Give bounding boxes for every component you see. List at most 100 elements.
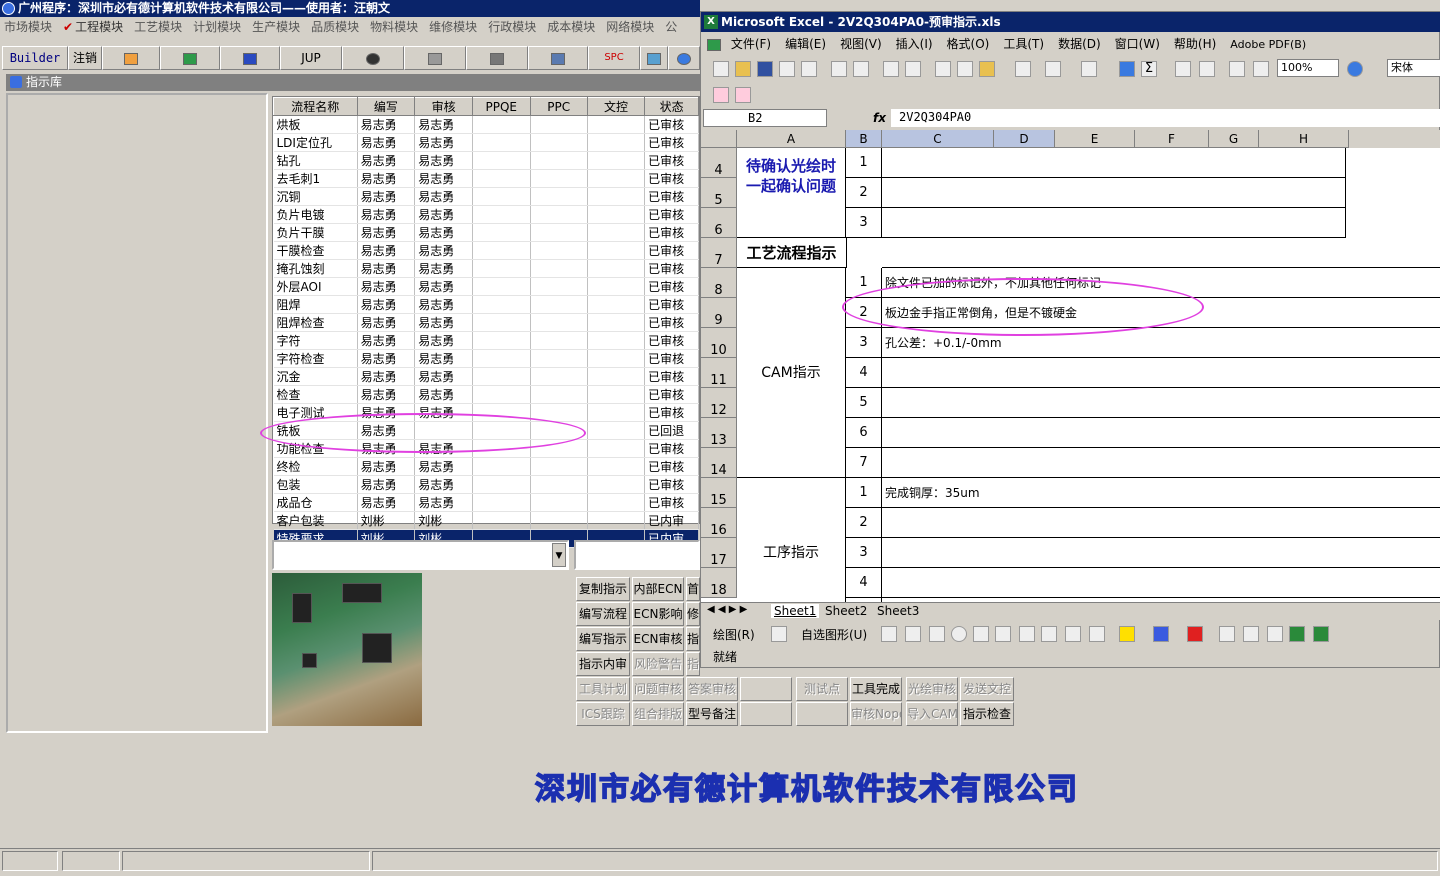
col-ppqe[interactable]: PPQE (471, 97, 531, 116)
email-icon[interactable] (801, 61, 817, 77)
permission-icon[interactable] (779, 61, 795, 77)
action-button[interactable] (740, 702, 792, 726)
sort-asc-icon[interactable] (1175, 61, 1191, 77)
chevron-down-icon[interactable]: ▼ (552, 543, 566, 567)
textbox-icon[interactable] (973, 626, 989, 642)
database-button[interactable] (404, 46, 466, 70)
menu-maintenance[interactable]: 维修模块 (429, 17, 477, 37)
rectangle-icon[interactable] (929, 626, 945, 642)
action-button[interactable] (740, 677, 792, 701)
refresh-button[interactable] (640, 46, 668, 70)
instruction-combo[interactable]: ▼ (272, 540, 569, 570)
spc-button[interactable]: SPC (588, 46, 640, 70)
menu-production[interactable]: 生产模块 (252, 17, 300, 37)
table-row[interactable]: 检查 易志勇 易志勇 已审核 (273, 385, 699, 404)
tab-sheet3[interactable]: Sheet3 (877, 604, 919, 618)
print-icon[interactable] (831, 61, 847, 77)
table-row[interactable]: 阻焊检查 易志勇 易志勇 已审核 (273, 313, 699, 332)
col-status[interactable]: 状态 (644, 97, 699, 116)
content-cell[interactable] (882, 358, 1440, 388)
col-b[interactable]: B (846, 130, 882, 148)
action-button[interactable]: 指 (686, 627, 700, 651)
menu-file[interactable]: 文件(F) (731, 33, 771, 55)
fill-color-icon[interactable] (1119, 626, 1135, 642)
line-icon[interactable] (881, 626, 897, 642)
col-h[interactable]: H (1259, 130, 1349, 148)
process-title-cell[interactable]: 工艺流程指示 (737, 238, 847, 268)
num-cell[interactable]: 7 (846, 448, 882, 478)
row-header[interactable]: 14 (701, 448, 737, 478)
menu-edit[interactable]: 编辑(E) (785, 33, 826, 55)
action-button[interactable]: ECN影响 (632, 602, 684, 626)
action-button[interactable]: 编写指示 (576, 627, 630, 651)
font-select[interactable]: 宋体 (1387, 59, 1440, 77)
row-header[interactable]: 13 (701, 418, 737, 448)
menu-more[interactable]: 公 (665, 17, 677, 37)
copy-icon[interactable] (957, 61, 973, 77)
menu-adobe-pdf[interactable]: Adobe PDF(B) (1230, 34, 1306, 56)
name-box[interactable]: B2 (703, 109, 827, 127)
formula-bar[interactable]: 2V2Q304PA0 (891, 109, 1440, 127)
content-cell[interactable] (882, 238, 1440, 268)
picture-icon[interactable] (1089, 626, 1105, 642)
table-row[interactable]: 干膜检查 易志勇 易志勇 已审核 (273, 241, 699, 260)
action-button[interactable]: ICS跟踪 (576, 702, 630, 726)
new-icon[interactable] (713, 61, 729, 77)
row-header[interactable]: 18 (701, 568, 737, 598)
menu-tools[interactable]: 工具(T) (1003, 33, 1044, 55)
action-button[interactable]: 导入CAM (906, 702, 958, 726)
menu-window[interactable]: 窗口(W) (1115, 33, 1160, 55)
table-row[interactable]: LDI定位孔 易志勇 易志勇 已审核 (273, 133, 699, 152)
menu-engineering[interactable]: 工程模块 (75, 17, 123, 37)
num-cell[interactable]: 1 (846, 478, 882, 508)
action-button[interactable]: 工具完成 (850, 677, 902, 701)
table-row[interactable]: 沉铜 易志勇 易志勇 已审核 (273, 187, 699, 206)
action-button[interactable]: 内部ECN (632, 577, 684, 601)
col-a[interactable]: A (737, 130, 846, 148)
action-button[interactable]: 问题审核 (632, 677, 684, 701)
col-d[interactable]: D (994, 130, 1055, 148)
tab-nav-icon[interactable]: ◀ ◀ ▶ ▶ (707, 604, 747, 615)
row-header[interactable]: 5 (701, 178, 737, 208)
col-g[interactable]: G (1209, 130, 1259, 148)
paste-icon[interactable] (979, 61, 995, 77)
action-button[interactable]: ECN审核 (632, 627, 684, 651)
tab-sheet1[interactable]: Sheet1 (771, 604, 820, 618)
arrow-icon[interactable] (905, 626, 921, 642)
menu-material[interactable]: 物料模块 (370, 17, 418, 37)
3d-icon[interactable] (1313, 626, 1329, 642)
content-cell[interactable] (882, 568, 1440, 598)
action-button[interactable]: 首 (686, 577, 700, 601)
logout-button[interactable]: 注销 (68, 46, 102, 70)
computer-button[interactable] (528, 46, 588, 70)
num-cell[interactable]: 2 (846, 508, 882, 538)
menu-insert[interactable]: 插入(I) (896, 33, 933, 55)
autoshapes-menu[interactable]: 自选图形(U) (801, 626, 867, 643)
row-header[interactable]: 9 (701, 298, 737, 328)
table-row[interactable]: 钻孔 易志勇 易志勇 已审核 (273, 151, 699, 170)
save-icon[interactable] (757, 61, 773, 77)
undo-icon[interactable] (1045, 61, 1061, 77)
table-row[interactable]: 字符 易志勇 易志勇 已审核 (273, 331, 699, 350)
table-row[interactable]: 终检 易志勇 易志勇 已审核 (273, 457, 699, 476)
action-button[interactable]: 编写流程 (576, 602, 630, 626)
select-objects-icon[interactable] (771, 626, 787, 642)
cut-icon[interactable] (935, 61, 951, 77)
pdf-email-icon[interactable] (735, 87, 751, 103)
row-header[interactable]: 10 (701, 328, 737, 358)
chart-wizard-icon[interactable] (1229, 61, 1245, 77)
pdf-convert-icon[interactable] (713, 87, 729, 103)
content-cell[interactable] (882, 178, 1346, 208)
col-doc-control[interactable]: 文控 (586, 97, 646, 116)
table-row[interactable]: 去毛刺1 易志勇 易志勇 已审核 (273, 169, 699, 188)
format-painter-icon[interactable] (1015, 61, 1031, 77)
clipart-icon[interactable] (1065, 626, 1081, 642)
num-cell[interactable]: 3 (846, 538, 882, 568)
content-cell[interactable] (882, 208, 1346, 238)
confirm-label-cell[interactable]: 待确认光绘时一起确认问题 (737, 148, 846, 238)
arrow-style-icon[interactable] (1267, 626, 1283, 642)
action-button[interactable] (796, 702, 848, 726)
builder-button[interactable]: Builder (2, 46, 68, 70)
word-button[interactable] (220, 46, 280, 70)
excel-button[interactable] (160, 46, 220, 70)
